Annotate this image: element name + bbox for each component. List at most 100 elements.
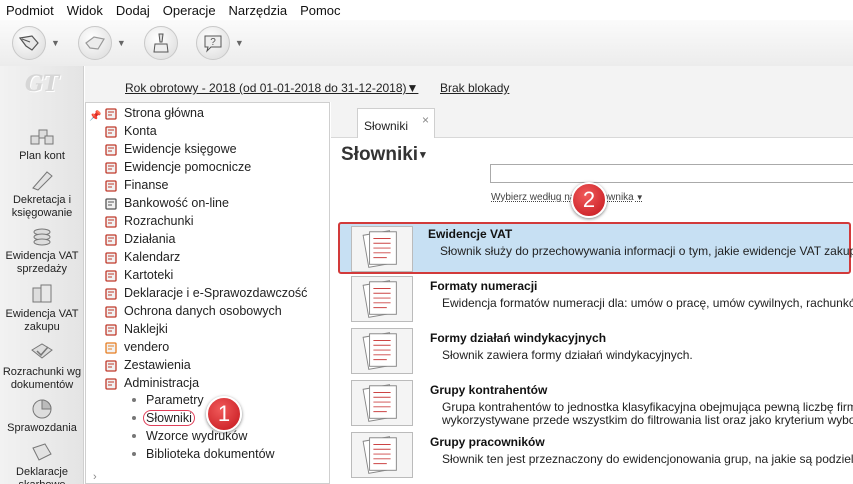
back-button[interactable]: ▼ xyxy=(12,26,60,60)
document-stack-icon xyxy=(351,328,413,374)
tree-item[interactable]: Rozrachunki xyxy=(104,212,193,230)
tree-item[interactable]: Administracja xyxy=(104,374,199,392)
nav-vat-sprzedazy[interactable]: Ewidencja VAT sprzedaży xyxy=(0,224,84,276)
search-by-dropdown[interactable]: Wybierz według nazwy słownika ▼ xyxy=(491,192,644,203)
help-icon: ? xyxy=(195,26,230,60)
bank-icon xyxy=(105,197,117,210)
dictionary-list-item[interactable]: Ewidencje VAT Słownik służy do przechowyw… xyxy=(338,222,853,274)
pin-icon[interactable]: 📌 xyxy=(89,111,101,122)
menu-pomoc[interactable]: Pomoc xyxy=(300,3,340,18)
lock-status-link[interactable]: Brak blokady xyxy=(440,81,509,95)
tree-item[interactable]: Ochrona danych osobowych xyxy=(104,302,282,320)
tree-subitem-label: Wzorce wydruków xyxy=(146,429,248,443)
tree-item-label: Naklejki xyxy=(124,322,168,336)
stickers-icon xyxy=(105,323,117,336)
tree-subitem[interactable]: Biblioteka dokumentów xyxy=(132,445,275,463)
forward-button[interactable]: ▼ xyxy=(77,26,126,60)
list-item-description: Ewidencja formatów numeracji dla: umów o… xyxy=(442,296,853,310)
list-item-title: Formaty numeracji xyxy=(430,279,538,293)
nav-rozrachunki[interactable]: Rozrachunki wg dokumentów xyxy=(0,340,84,392)
nav-plan-kont[interactable]: Plan kont xyxy=(0,124,84,163)
menu-widok[interactable]: Widok xyxy=(67,3,103,18)
menu-narzedzia[interactable]: Narzędzia xyxy=(229,3,288,18)
list-item-description: Grupa kontrahentów to jednostka klasyfik… xyxy=(442,400,853,414)
tree-item[interactable]: Naklejki xyxy=(104,320,168,338)
tree-item-label: Bankowość on-line xyxy=(124,196,229,210)
tree-panel: 📌 Strona główna Konta Ewidencje księgowe Ew… xyxy=(85,102,330,484)
dictionary-list-item[interactable]: Formy działań windykacyjnych Słownik zawi… xyxy=(340,326,853,378)
nav-sprawozdania[interactable]: Sprawozdania xyxy=(0,396,84,435)
auxiliary-icon xyxy=(105,161,117,174)
nav-dekretacja[interactable]: Dekretacja i księgowanie xyxy=(0,168,84,220)
list-item-title: Formy działań windykacyjnych xyxy=(430,331,607,345)
menu-operacje[interactable]: Operacje xyxy=(163,3,216,18)
tree-item[interactable]: Kalendarz xyxy=(104,248,180,266)
tax-declarations-icon xyxy=(32,443,52,461)
tree-item[interactable]: Kartoteki xyxy=(104,266,173,284)
accounts-icon xyxy=(105,125,117,138)
tree-item[interactable]: vendero xyxy=(104,338,169,356)
dictionary-list-item[interactable]: Grupy kontrahentów Grupa kontrahentów to … xyxy=(340,378,853,430)
data-protection-icon xyxy=(105,305,117,318)
tree-subitem-label: Słowniki xyxy=(143,410,195,426)
tree-item[interactable]: Zestawienia xyxy=(104,356,191,374)
summaries-icon xyxy=(105,359,117,372)
vat-sales-icon xyxy=(33,228,51,246)
settlements-icon xyxy=(31,343,53,359)
dictionary-list-item[interactable]: Grupy pracowników Słownik ten jest przezn… xyxy=(340,430,853,482)
tree-item[interactable]: Konta xyxy=(104,122,157,140)
tree-subitem[interactable]: Parametry xyxy=(132,391,204,409)
tree-subitem-label: Parametry xyxy=(146,393,204,407)
list-item-title: Grupy pracowników xyxy=(430,435,545,449)
tree-item[interactable]: Deklaracje i e-Sprawozdawczość xyxy=(104,284,307,302)
tree-item[interactable]: Bankowość on-line xyxy=(104,194,229,212)
document-stack-icon xyxy=(351,380,413,426)
content-pane: Słowniki × Słowniki ▾ Wybierz według nazw… xyxy=(331,102,853,484)
vat-purchase-icon xyxy=(32,284,52,303)
tab-slowniki[interactable]: Słowniki × xyxy=(357,108,435,139)
admin-icon xyxy=(105,377,117,390)
list-item-description-line-2: wykorzystywane przede wszystkim do filtr… xyxy=(442,413,853,427)
menu-dodaj[interactable]: Dodaj xyxy=(116,3,150,18)
clean-icon xyxy=(143,26,178,60)
close-icon[interactable]: × xyxy=(422,113,429,127)
nav-vat-zakupu[interactable]: Ewidencja VAT zakupu xyxy=(0,282,84,334)
help-button[interactable]: ? ▼ xyxy=(195,26,244,60)
bullet-icon xyxy=(132,416,136,420)
tree-subitem-label: Biblioteka dokumentów xyxy=(146,447,275,461)
tree-item[interactable]: Działania xyxy=(104,230,175,248)
fiscal-year-selector[interactable]: Rok obrotowy - 2018 (od 01-01-2018 do 31… xyxy=(125,81,418,95)
tree-item[interactable]: Strona główna xyxy=(104,104,204,122)
dictionary-list-item[interactable]: Formaty numeracji Ewidencja formatów nume… xyxy=(340,274,853,326)
chevron-down-icon[interactable]: ▼ xyxy=(117,38,126,48)
chevron-down-icon[interactable]: ▼ xyxy=(235,38,244,48)
settlements-icon xyxy=(105,215,117,228)
nav-deklaracje[interactable]: Deklaracje skarbowe xyxy=(0,440,84,484)
calendar-icon xyxy=(105,251,117,264)
tree-item-label: Strona główna xyxy=(124,106,204,120)
chevron-down-icon[interactable]: ▼ xyxy=(51,38,60,48)
document-stack-icon xyxy=(351,432,413,478)
tree-item-label: Zestawienia xyxy=(124,358,191,372)
tree-item[interactable]: Ewidencje pomocnicze xyxy=(104,158,251,176)
callout-badge-1: 1 xyxy=(206,396,242,432)
info-bar: Rok obrotowy - 2018 (od 01-01-2018 do 31… xyxy=(85,66,853,102)
tree-item[interactable]: Ewidencje księgowe xyxy=(104,140,237,158)
chevron-right-icon[interactable]: › xyxy=(93,471,97,483)
menu-podmiot[interactable]: Podmiot xyxy=(6,3,54,18)
clean-button[interactable] xyxy=(143,26,178,60)
posting-icon xyxy=(32,171,53,191)
home-icon xyxy=(105,107,117,120)
bullet-icon xyxy=(132,398,136,402)
list-item-description: Słownik ten jest przeznaczony do ewidenc… xyxy=(442,452,853,466)
tree-subitem[interactable]: Słowniki xyxy=(132,409,195,427)
app-logo: GT xyxy=(24,71,59,97)
menu-bar: Podmiot Widok Dodaj Operacje Narzędzia P… xyxy=(0,0,853,20)
search-input[interactable] xyxy=(490,164,853,183)
tree-item[interactable]: Finanse xyxy=(104,176,168,194)
records-icon xyxy=(105,269,117,282)
tree-item-label: Ewidencje pomocnicze xyxy=(124,160,252,174)
page-title[interactable]: Słowniki ▾ xyxy=(341,144,426,166)
list-item-title: Grupy kontrahentów xyxy=(430,383,548,397)
tree-item-label: Kartoteki xyxy=(124,268,174,282)
